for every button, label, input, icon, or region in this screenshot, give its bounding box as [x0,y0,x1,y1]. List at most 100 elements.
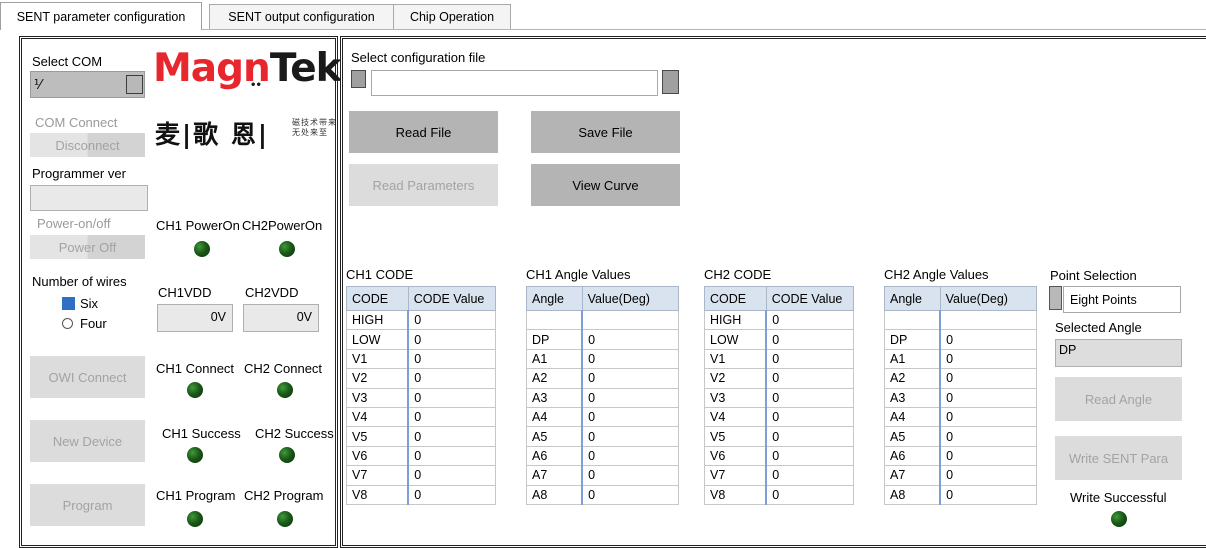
row-value-cell[interactable]: 0 [581,368,680,389]
row-value-cell[interactable]: 0 [581,445,680,467]
row-value-cell[interactable]: 0 [581,348,680,370]
table-row[interactable]: V2 0 [346,368,497,389]
row-value-cell[interactable]: 0 [581,387,680,408]
table-row[interactable]: A5 0 [884,426,1038,447]
table-row[interactable]: A4 0 [526,406,680,428]
row-value-cell[interactable]: 0 [765,406,855,428]
tab-sent-output-configuration[interactable]: SENT output configuration [209,4,394,29]
row-value-cell[interactable]: 0 [765,465,855,486]
row-value-cell[interactable]: 0 [939,406,1038,428]
row-value-cell[interactable]: 0 [407,387,497,408]
row-value-cell[interactable]: 0 [407,309,497,331]
table-row[interactable]: V5 0 [346,426,497,447]
table-row[interactable]: V6 0 [346,445,497,467]
table-row[interactable]: A1 0 [884,348,1038,370]
row-value-cell[interactable]: 0 [765,329,855,350]
table-row[interactable]: V5 0 [704,426,855,447]
row-value-cell[interactable]: 0 [581,426,680,447]
table-row[interactable]: A7 0 [884,465,1038,486]
row-value-cell[interactable]: 0 [765,445,855,467]
table-row[interactable]: A5 0 [526,426,680,447]
read-angle-button[interactable]: Read Angle [1055,377,1182,421]
table-row[interactable]: HIGH 0 [346,309,497,331]
row-value-cell[interactable]: 0 [581,484,680,505]
row-value-cell[interactable]: 0 [939,484,1038,505]
row-value-cell[interactable]: 0 [765,348,855,370]
table-row[interactable]: DP 0 [884,329,1038,350]
table-row[interactable]: A2 0 [526,368,680,389]
row-value-cell[interactable]: 0 [939,329,1038,350]
table-row[interactable]: V1 0 [346,348,497,370]
tab-chip-operation[interactable]: Chip Operation [393,4,511,29]
config-file-input[interactable] [371,70,658,96]
table-row[interactable]: A3 0 [526,387,680,408]
program-button[interactable]: Program [30,484,145,526]
table-row[interactable]: V3 0 [346,387,497,408]
wire-six-checkbox[interactable] [62,297,75,310]
row-value-cell[interactable] [939,309,1038,331]
row-value-cell[interactable]: 0 [765,368,855,389]
row-value-cell[interactable]: 0 [765,426,855,447]
row-value-cell[interactable]: 0 [407,329,497,350]
point-selection-select[interactable]: Eight Points [1063,286,1181,313]
table-row[interactable]: V1 0 [704,348,855,370]
row-value-cell[interactable]: 0 [581,465,680,486]
row-value-cell[interactable]: 0 [407,368,497,389]
row-value-cell[interactable]: 0 [939,445,1038,467]
table-row[interactable]: A4 0 [884,406,1038,428]
table-row[interactable]: A2 0 [884,368,1038,389]
table-row[interactable]: HIGH 0 [704,309,855,331]
table-row[interactable] [884,309,1038,331]
new-device-button[interactable]: New Device [30,420,145,462]
row-value-cell[interactable] [581,309,680,331]
row-value-cell[interactable]: 0 [765,387,855,408]
table-row[interactable]: LOW 0 [346,329,497,350]
table-row[interactable]: A8 0 [884,484,1038,505]
read-file-button[interactable]: Read File [349,111,498,153]
table-row[interactable]: V7 0 [704,465,855,486]
point-selection-dropdown-icon[interactable] [1049,286,1062,310]
row-value-cell[interactable]: 0 [939,465,1038,486]
tab-sent-parameter-configuration[interactable]: SENT parameter configuration [0,2,202,30]
row-value-cell[interactable]: 0 [407,426,497,447]
row-value-cell[interactable]: 0 [939,426,1038,447]
row-value-cell[interactable]: 0 [407,348,497,370]
config-file-left-button[interactable] [351,70,366,88]
power-off-button[interactable]: Power Off [30,235,145,259]
config-file-browse-button[interactable] [662,70,679,94]
row-value-cell[interactable]: 0 [939,348,1038,370]
table-row[interactable]: A3 0 [884,387,1038,408]
owi-connect-button[interactable]: OWI Connect [30,356,145,398]
table-row[interactable]: LOW 0 [704,329,855,350]
table-row[interactable]: A8 0 [526,484,680,505]
table-row[interactable]: A7 0 [526,465,680,486]
write-sent-para-button[interactable]: Write SENT Para [1055,436,1182,480]
save-file-button[interactable]: Save File [531,111,680,153]
read-parameters-button[interactable]: Read Parameters [349,164,498,206]
table-row[interactable]: DP 0 [526,329,680,350]
table-row[interactable]: A6 0 [526,445,680,467]
row-value-cell[interactable]: 0 [407,406,497,428]
table-row[interactable]: V6 0 [704,445,855,467]
disconnect-button[interactable]: Disconnect [30,133,145,157]
row-value-cell[interactable]: 0 [407,445,497,467]
row-value-cell[interactable]: 0 [407,465,497,486]
com-select[interactable]: ⅟ [30,71,145,98]
row-value-cell[interactable]: 0 [407,484,497,505]
table-row[interactable] [526,309,680,331]
com-dropdown-icon[interactable] [126,75,143,94]
table-row[interactable]: A1 0 [526,348,680,370]
table-row[interactable]: V2 0 [704,368,855,389]
view-curve-button[interactable]: View Curve [531,164,680,206]
table-row[interactable]: V8 0 [704,484,855,505]
table-row[interactable]: V4 0 [704,406,855,428]
row-value-cell[interactable]: 0 [939,368,1038,389]
wire-four-radio[interactable] [62,318,73,329]
row-value-cell[interactable]: 0 [765,484,855,505]
table-row[interactable]: V4 0 [346,406,497,428]
table-row[interactable]: V8 0 [346,484,497,505]
row-value-cell[interactable]: 0 [939,387,1038,408]
table-row[interactable]: V3 0 [704,387,855,408]
table-row[interactable]: A6 0 [884,445,1038,467]
row-value-cell[interactable]: 0 [581,329,680,350]
